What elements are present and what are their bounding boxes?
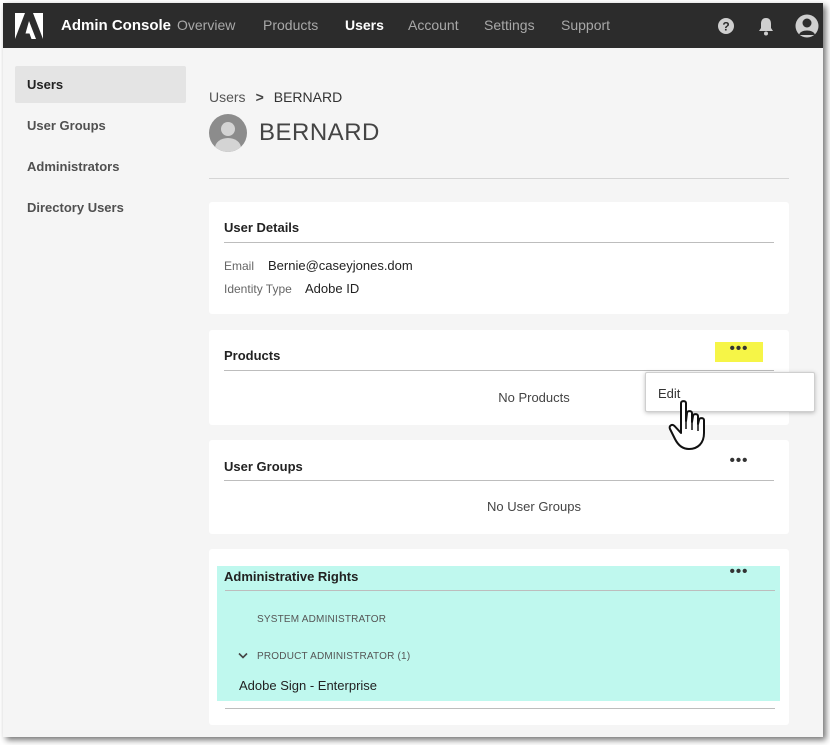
- bell-icon[interactable]: [757, 16, 775, 36]
- chevron-down-icon[interactable]: [238, 652, 248, 660]
- nav-support[interactable]: Support: [561, 17, 610, 33]
- user-details-card: User Details Email Bernie@caseyjones.dom…: [209, 202, 789, 314]
- app-title[interactable]: Admin Console: [61, 17, 171, 34]
- svg-text:?: ?: [722, 20, 729, 34]
- admin-rights-title: Administrative Rights: [224, 569, 359, 584]
- hand-cursor-icon: [668, 400, 705, 450]
- products-more-button[interactable]: •••: [715, 341, 763, 362]
- nav-settings[interactable]: Settings: [484, 17, 535, 33]
- avatar-icon[interactable]: [795, 14, 819, 38]
- user-details-title: User Details: [224, 220, 300, 235]
- nav-products[interactable]: Products: [263, 17, 318, 33]
- page-title: BERNARD: [259, 119, 380, 146]
- header-divider: [209, 178, 789, 179]
- email-label: Email: [224, 259, 255, 273]
- card-divider: [225, 590, 775, 591]
- app-window: Admin Console Overview Products Users Ac…: [3, 3, 823, 737]
- nav-account[interactable]: Account: [408, 17, 459, 33]
- user-groups-title: User Groups: [224, 459, 303, 474]
- system-admin-role: SYSTEM ADMINISTRATOR: [257, 614, 387, 625]
- admin-rights-more-button[interactable]: •••: [715, 564, 763, 585]
- breadcrumb: Users > BERNARD: [209, 89, 342, 105]
- breadcrumb-current: BERNARD: [273, 89, 343, 105]
- email-value: Bernie@caseyjones.dom: [268, 258, 413, 273]
- adobe-logo-icon[interactable]: [15, 13, 43, 39]
- user-groups-more-button[interactable]: •••: [715, 453, 763, 474]
- breadcrumb-parent[interactable]: Users: [209, 89, 246, 105]
- user-groups-empty-message: No User Groups: [487, 499, 581, 514]
- admin-product-name: Adobe Sign - Enterprise: [239, 678, 378, 693]
- products-title: Products: [224, 348, 281, 363]
- sidebar-item-administrators[interactable]: Administrators: [15, 148, 186, 185]
- card-divider: [224, 242, 774, 243]
- identity-type-label: Identity Type: [224, 282, 292, 296]
- user-groups-card: User Groups ••• No User Groups: [209, 440, 789, 534]
- product-admin-role[interactable]: PRODUCT ADMINISTRATOR (1): [257, 651, 410, 662]
- breadcrumb-separator-icon: >: [255, 89, 264, 105]
- user-avatar-icon: [209, 114, 247, 152]
- nav-overview[interactable]: Overview: [177, 17, 235, 33]
- nav-users[interactable]: Users: [345, 17, 384, 33]
- sidebar-item-user-groups[interactable]: User Groups: [15, 107, 186, 144]
- help-icon[interactable]: ?: [717, 17, 735, 35]
- identity-type-value: Adobe ID: [305, 281, 360, 296]
- card-divider: [224, 370, 774, 371]
- sidebar-item-directory-users[interactable]: Directory Users: [15, 189, 186, 226]
- top-nav: Admin Console Overview Products Users Ac…: [3, 3, 823, 48]
- sidebar-item-users[interactable]: Users: [15, 66, 186, 103]
- card-divider: [224, 480, 774, 481]
- card-divider: [225, 708, 775, 709]
